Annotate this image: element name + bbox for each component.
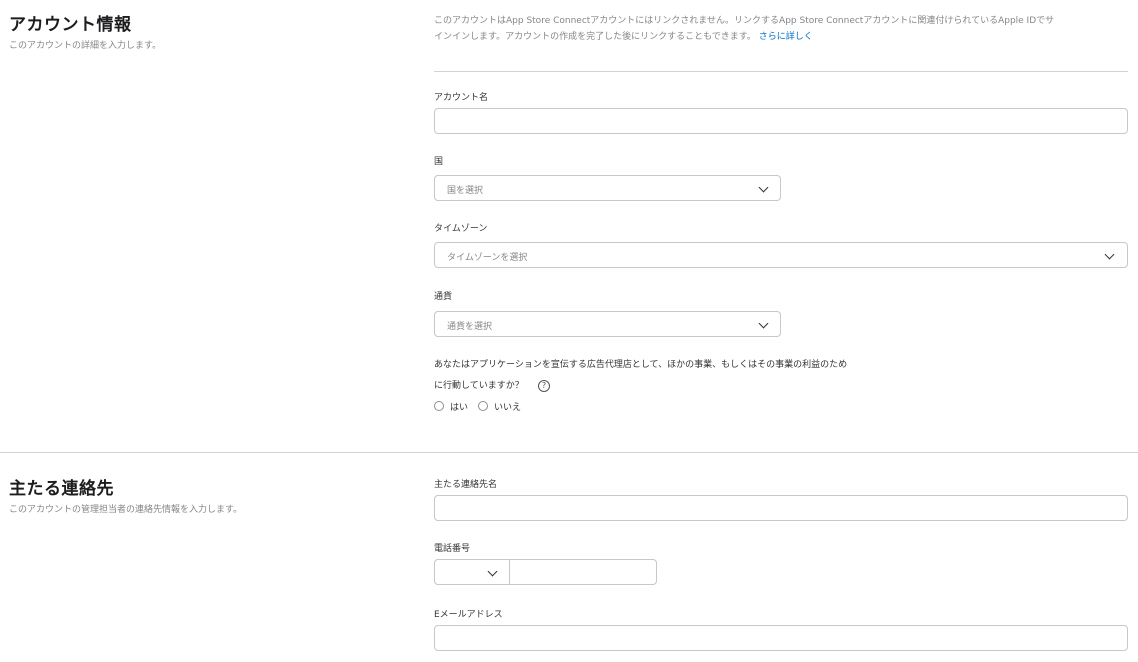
currency-select[interactable]: 通貨を選択 [434,311,781,337]
agency-question-line-1: あなたはアプリケーションを宣伝する広告代理店として、ほかの事業、もしくはその事業… [434,360,848,370]
account-name-input[interactable] [434,108,1128,134]
intro-line-2: インインします。アカウントの作成を完了した後にリンクすることもできます。 さらに… [434,29,1134,45]
account-section-title: アカウント情報 [9,15,132,35]
radio-yes-label[interactable]: はい [450,400,468,413]
radio-no[interactable] [478,401,489,411]
timezone-label: タイムゾーン [434,224,488,234]
phone-number-input[interactable] [509,559,657,585]
chevron-down-icon [487,566,498,577]
radio-yes[interactable] [434,401,444,411]
section-divider [0,452,1138,453]
country-placeholder: 国を選択 [447,186,484,196]
radio-no-label[interactable]: いいえ [494,400,521,413]
question-circle-icon[interactable]: ? [538,380,550,392]
contact-name-input[interactable] [434,495,1128,521]
contact-section-title: 主たる連絡先 [9,479,114,499]
intro-line-1: このアカウントはApp Store Connectアカウントにはリンクされません… [434,16,1055,26]
country-select[interactable]: 国を選択 [434,175,781,201]
country-label: 国 [434,157,444,167]
email-label: Eメールアドレス [434,610,503,620]
intro-line-2-text: インインします。アカウントの作成を完了した後にリンクすることもできます。 [434,32,756,42]
agency-radio-group: はい いいえ [434,400,531,413]
phone-country-code-select[interactable] [434,559,510,585]
account-section-subtitle: このアカウントの詳細を入力します。 [9,41,162,51]
currency-placeholder: 通貨を選択 [447,322,493,332]
learn-more-link[interactable]: さらに詳しく [759,32,813,42]
agency-question-line-2: に行動していますか？ [434,381,524,391]
chevron-down-icon [758,318,769,329]
phone-label: 電話番号 [434,544,471,554]
chevron-down-icon [758,182,769,193]
currency-label: 通貨 [434,292,453,302]
email-input[interactable] [434,625,1128,651]
account-intro-text: このアカウントはApp Store Connectアカウントにはリンクされません… [434,13,1134,45]
contact-section-subtitle: このアカウントの管理担当者の連絡先情報を入力します。 [9,505,243,515]
timezone-placeholder: タイムゾーンを選択 [447,253,528,263]
contact-name-label: 主たる連絡先名 [434,480,498,490]
account-name-label: アカウント名 [434,93,489,103]
timezone-select[interactable]: タイムゾーンを選択 [434,242,1128,268]
chevron-down-icon [1104,249,1115,260]
account-divider [434,71,1128,72]
